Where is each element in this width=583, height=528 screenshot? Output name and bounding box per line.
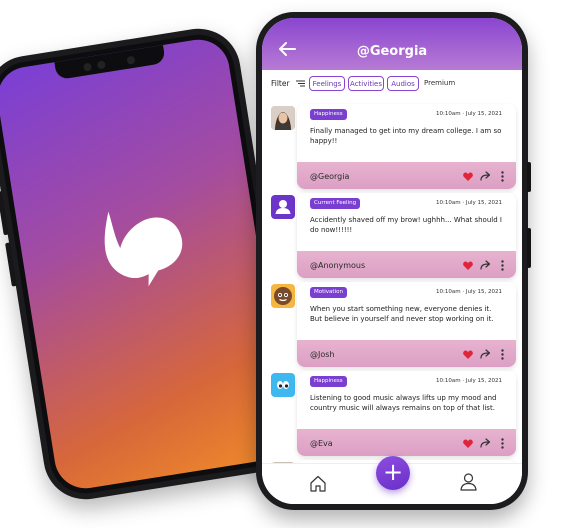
chip-audios[interactable]: Audios [387, 76, 419, 91]
share-icon[interactable] [480, 438, 491, 448]
post-timestamp: 10:10am · July 15, 2021 [436, 378, 502, 384]
post-text: Listening to good music always lifts up … [310, 394, 497, 412]
profile-handle: @Georgia [356, 44, 428, 59]
filter-icon[interactable] [296, 80, 305, 87]
feed-list: Happiness 10:10am · July 15, 2021 Finall… [262, 100, 522, 468]
post-timestamp: 10:10am · July 15, 2021 [436, 289, 502, 295]
post-tag: Happiness [310, 109, 347, 120]
premium-tab[interactable]: Premium [424, 76, 455, 91]
chip-feelings[interactable]: Feelings [309, 76, 345, 91]
heart-icon[interactable] [463, 350, 473, 359]
filter-bar: Filter Feelings Activities Audios Premiu… [262, 74, 522, 96]
post-timestamp: 10:10am · July 15, 2021 [436, 111, 502, 117]
post-content: Current Feeling 10:10am · July 15, 2021 … [297, 193, 516, 278]
post-card[interactable]: Current Feeling 10:10am · July 15, 2021 … [262, 193, 522, 281]
avatar[interactable] [271, 106, 295, 130]
post-author[interactable]: @Anonymous [310, 261, 365, 270]
chip-activities[interactable]: Activities [348, 76, 384, 91]
avatar[interactable] [271, 284, 295, 308]
post-card[interactable]: Motivation 10:10am · July 15, 2021 When … [262, 282, 522, 370]
post-content: Motivation 10:10am · July 15, 2021 When … [297, 282, 516, 367]
side-button [527, 228, 531, 268]
anonymous-user-icon [275, 200, 291, 214]
filter-label[interactable]: Filter [271, 79, 290, 88]
share-icon[interactable] [480, 171, 491, 181]
post-card[interactable]: Happiness 10:10am · July 15, 2021 Listen… [262, 371, 522, 459]
bottom-nav: + [262, 456, 522, 504]
avatar[interactable] [271, 195, 295, 219]
add-post-button[interactable]: + [376, 456, 410, 490]
heart-icon[interactable] [463, 261, 473, 270]
post-tag: Motivation [310, 287, 347, 298]
avatar[interactable] [271, 373, 295, 397]
post-text: When you start something new, everyone d… [310, 305, 494, 323]
post-content: Happiness 10:10am · July 15, 2021 Finall… [297, 104, 516, 189]
front-phone: @Georgia Filter Feelings Activities Audi… [256, 12, 531, 510]
post-content: Happiness 10:10am · July 15, 2021 Listen… [297, 371, 516, 456]
post-card[interactable]: Happiness 10:10am · July 15, 2021 Finall… [262, 104, 522, 192]
post-author[interactable]: @Eva [310, 439, 333, 448]
post-tag: Current Feeling [310, 198, 361, 209]
user-photo-icon [271, 106, 295, 130]
more-icon[interactable] [501, 260, 504, 271]
post-timestamp: 10:10am · July 15, 2021 [436, 200, 502, 206]
eyes-emoji-icon [277, 381, 289, 389]
heart-icon[interactable] [463, 439, 473, 448]
more-icon[interactable] [501, 171, 504, 182]
heart-icon[interactable] [463, 172, 473, 181]
app-logo-icon [104, 211, 183, 287]
volume-down-button [5, 242, 17, 287]
more-icon[interactable] [501, 438, 504, 449]
app-header: @Georgia [262, 18, 522, 70]
post-text: Accidently shaved off my brow! ughhh... … [310, 216, 502, 234]
post-author[interactable]: @Georgia [310, 172, 349, 181]
post-tag: Happiness [310, 376, 347, 387]
plus-icon: + [382, 458, 404, 486]
home-icon[interactable] [309, 475, 327, 492]
app-screen: @Georgia Filter Feelings Activities Audi… [262, 18, 522, 504]
power-button [527, 162, 531, 192]
more-icon[interactable] [501, 349, 504, 360]
post-text: Finally managed to get into my dream col… [310, 127, 502, 145]
share-icon[interactable] [480, 349, 491, 359]
profile-icon[interactable] [460, 473, 477, 491]
share-icon[interactable] [480, 260, 491, 270]
post-author[interactable]: @Josh [310, 350, 335, 359]
emoji-face-icon [274, 287, 292, 305]
